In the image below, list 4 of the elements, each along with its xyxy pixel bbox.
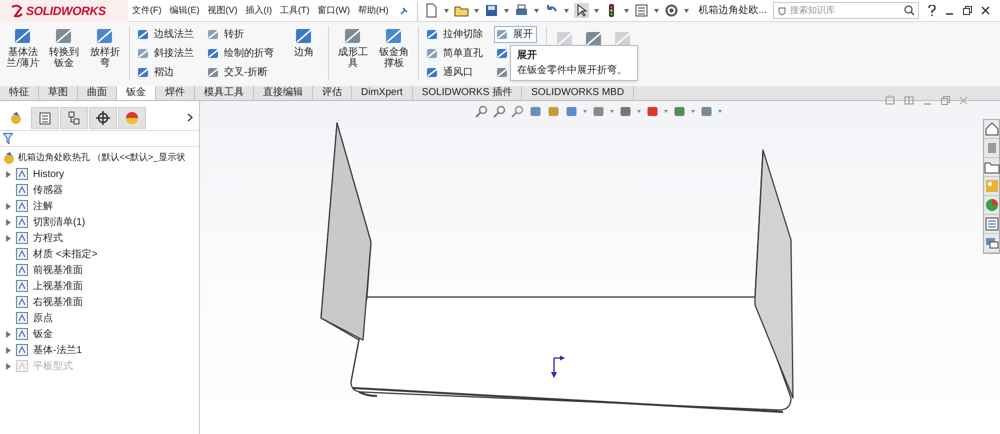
tooltip-text: 在钣金零件中展开折弯。 — [517, 64, 628, 78]
solidworks-logo: SOLIDWORKS — [0, 0, 128, 22]
tooltip-title: 展开 — [517, 48, 538, 63]
document-title: 机箱边角处欧... — [698, 4, 767, 18]
